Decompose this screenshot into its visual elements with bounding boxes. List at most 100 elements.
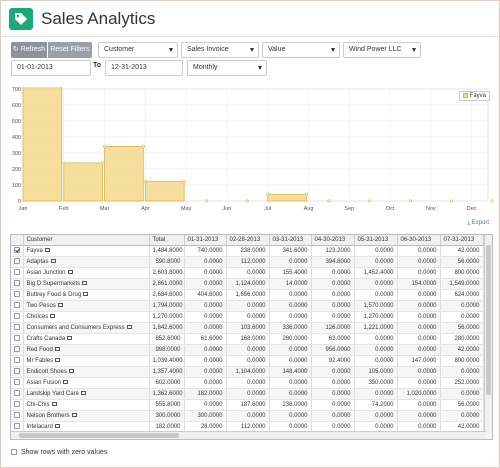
reset-filters-button[interactable]: Reset Filters	[48, 42, 92, 58]
row-checkbox-cell[interactable]	[11, 399, 24, 411]
horizontal-scrollbar[interactable]	[11, 431, 486, 439]
external-link-icon[interactable]	[54, 423, 60, 428]
row-checkbox[interactable]	[14, 412, 20, 419]
row-checkbox-cell[interactable]	[11, 388, 24, 400]
row-checkbox-cell[interactable]	[11, 245, 24, 257]
vertical-scrollbar[interactable]	[484, 235, 492, 433]
export-link[interactable]: ⤓ Export	[467, 220, 489, 227]
from-date-input[interactable]: 01-01-2013	[11, 60, 91, 76]
row-checkbox-cell[interactable]	[11, 410, 24, 422]
column-header[interactable]: 06-30-2013	[397, 235, 441, 246]
zero-rows-checkbox[interactable]	[11, 449, 17, 456]
row-checkbox[interactable]	[14, 423, 20, 430]
external-link-icon[interactable]	[67, 335, 73, 340]
table-row[interactable]: Adaptas 590.8000 0.0000 112.0000 0.0000 394.8…	[11, 256, 492, 268]
table-row[interactable]: Endicott Shoes 1,357.4000 0.0000 1,104.0000…	[11, 366, 492, 378]
row-checkbox[interactable]	[14, 291, 20, 298]
value-cell: 0.0000	[226, 267, 270, 279]
table-row[interactable]: Crafts Canada 852.6000 61.6000 168.0000 280.…	[11, 333, 492, 345]
row-checkbox[interactable]	[14, 302, 20, 309]
table-row[interactable]: Consumers and Consumers Express 1,842.600…	[11, 322, 492, 334]
row-checkbox[interactable]	[14, 390, 20, 397]
measure-select[interactable]: Value	[262, 42, 340, 58]
external-link-icon[interactable]	[71, 412, 77, 417]
external-link-icon[interactable]	[50, 258, 56, 263]
row-checkbox[interactable]	[14, 368, 20, 375]
row-checkbox[interactable]	[14, 401, 20, 408]
column-header[interactable]: 02-28-2013	[226, 235, 270, 246]
value-cell: 0.0000	[226, 300, 270, 312]
row-checkbox-cell[interactable]	[11, 377, 24, 389]
external-link-icon[interactable]	[50, 313, 56, 318]
row-checkbox-cell[interactable]	[11, 333, 24, 345]
row-checkbox-cell[interactable]	[11, 300, 24, 312]
source-select[interactable]: Sales Invoice	[181, 42, 259, 58]
table-row[interactable]: Asian Fusion 602.0000 0.0000 0.0000 0.0000 0.…	[11, 377, 492, 389]
external-link-icon[interactable]	[82, 280, 88, 285]
period-select[interactable]: Monthly	[187, 60, 267, 76]
value-cell: 74.2000	[354, 399, 398, 411]
table-row[interactable]: Asian Junction 2,603.8000 0.0000 0.0000 155.…	[11, 267, 492, 279]
row-checkbox[interactable]	[14, 357, 20, 364]
row-checkbox-cell[interactable]	[11, 289, 24, 301]
table-row[interactable]: Mr Fables 1,039.4000 0.0000 0.0000 0.0000 92.…	[11, 355, 492, 367]
group-by-select[interactable]: Customer	[98, 42, 178, 58]
column-header[interactable]: 03-31-2013	[269, 235, 312, 246]
external-link-icon[interactable]	[67, 269, 73, 274]
row-checkbox-cell[interactable]	[11, 366, 24, 378]
column-header[interactable]: Customer	[23, 235, 150, 246]
table-row[interactable]: Red Food 998.0000 0.0000 0.0000 0.0000 956.00…	[11, 344, 492, 356]
external-link-icon[interactable]	[80, 390, 86, 395]
table-row[interactable]: Chi-Chis 555.8000 0.0000 187.6000 238.0000 0.…	[11, 399, 492, 411]
table-row[interactable]: Choices 1,270.0000 0.0000 0.0000 0.0000 0.000…	[11, 311, 492, 323]
row-checkbox[interactable]	[14, 280, 20, 287]
data-point	[327, 199, 331, 203]
value-cell: 1,362.6000	[149, 388, 185, 400]
column-header[interactable]	[11, 235, 24, 246]
row-checkbox[interactable]	[14, 324, 20, 331]
row-checkbox[interactable]	[14, 346, 20, 353]
external-link-icon[interactable]	[63, 379, 69, 384]
scroll-thumb[interactable]	[19, 433, 179, 438]
row-checkbox[interactable]	[14, 258, 20, 265]
column-header[interactable]: 05-31-2013	[354, 235, 398, 246]
refresh-button[interactable]: ↻ Refresh	[11, 42, 47, 58]
external-link-icon[interactable]	[55, 357, 61, 362]
row-checkbox[interactable]	[14, 379, 20, 386]
table-row[interactable]: Nelson Brothers 300.0000 300.0000 0.0000 0.0…	[11, 410, 492, 422]
column-header[interactable]: 04-30-2013	[311, 235, 355, 246]
external-link-icon[interactable]	[54, 346, 60, 351]
value-cell: 103.6000	[226, 322, 270, 334]
row-checkbox-cell[interactable]	[11, 256, 24, 268]
external-link-icon[interactable]	[68, 368, 74, 373]
column-header[interactable]: Total	[149, 235, 185, 246]
chart-legend: Fayva	[458, 91, 490, 102]
row-checkbox[interactable]	[14, 269, 20, 276]
zero-rows-toggle[interactable]: Show rows with zero values	[11, 449, 107, 456]
column-header[interactable]: 01-31-2013	[184, 235, 227, 246]
table-row[interactable]: Big D Supermarkets 2,861.0000 0.0000 1,124.…	[11, 278, 492, 290]
row-checkbox-cell[interactable]	[11, 311, 24, 323]
row-checkbox-cell[interactable]	[11, 355, 24, 367]
scroll-thumb[interactable]	[486, 245, 491, 395]
column-header[interactable]: 07-31-2013	[440, 235, 484, 246]
external-link-icon[interactable]	[51, 401, 57, 406]
external-link-icon[interactable]	[126, 324, 132, 329]
external-link-icon[interactable]	[57, 302, 63, 307]
row-checkbox[interactable]	[14, 335, 20, 342]
table-row[interactable]: Landskip Yard Care 1,362.6000 182.0000 0.00…	[11, 388, 492, 400]
row-checkbox-cell[interactable]	[11, 344, 24, 356]
external-link-icon[interactable]	[44, 247, 50, 252]
row-checkbox-cell[interactable]	[11, 267, 24, 279]
to-date-input[interactable]: 12-31-2013	[105, 60, 183, 76]
row-checkbox-cell[interactable]	[11, 322, 24, 334]
table-row[interactable]: Fayva 1,484.8000 740.0000 238.0000 341.6000 1…	[11, 245, 492, 257]
table-row[interactable]: Buttrey Food & Drug 2,684.6000 404.6000 1,6…	[11, 289, 492, 301]
company-select[interactable]: Wind Power LLC	[343, 42, 421, 58]
row-checkbox[interactable]	[14, 247, 20, 254]
row-checkbox-cell[interactable]	[11, 278, 24, 290]
external-link-icon[interactable]	[83, 291, 89, 296]
data-point	[304, 192, 309, 196]
row-checkbox[interactable]	[14, 313, 20, 320]
table-row[interactable]: Two Pesos 1,794.0000 0.0000 0.0000 0.0000 0.0…	[11, 300, 492, 312]
